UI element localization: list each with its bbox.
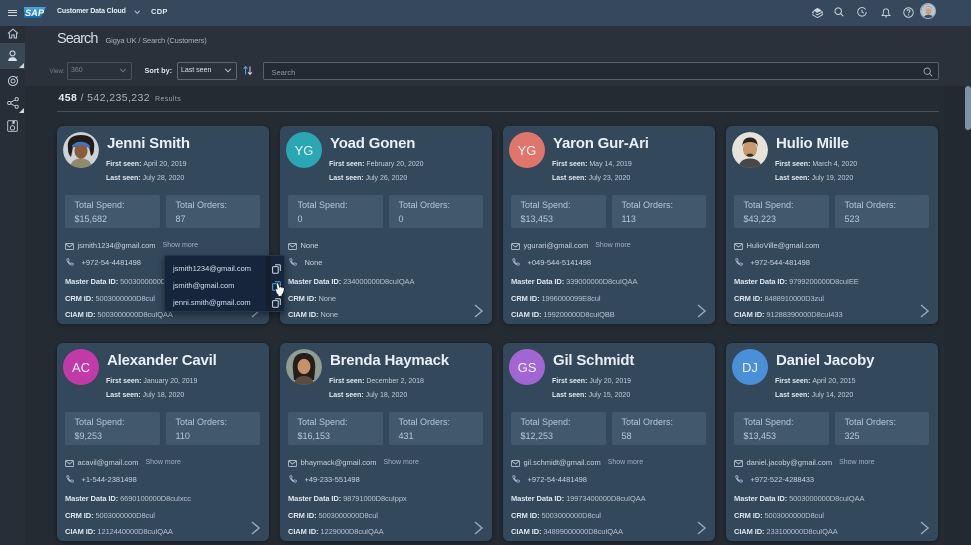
svg-text:SAP: SAP (25, 8, 45, 18)
